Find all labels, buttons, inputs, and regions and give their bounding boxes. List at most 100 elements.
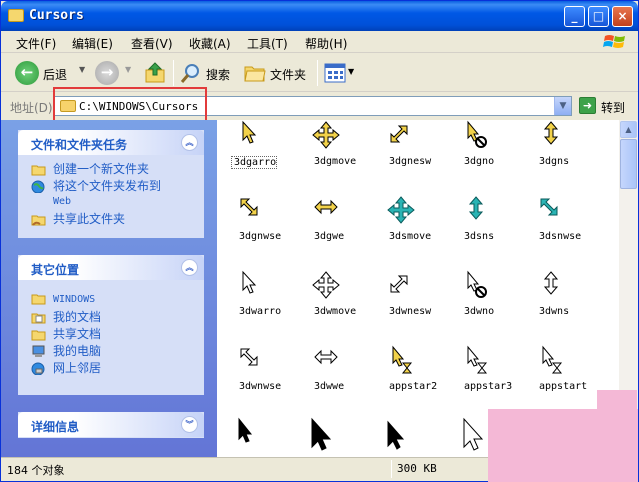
- search-icon[interactable]: [179, 61, 203, 85]
- folders-label[interactable]: 文件夹: [270, 66, 306, 83]
- arrow-cursor-icon[interactable]: [383, 420, 413, 454]
- back-arrow-icon[interactable]: ←: [15, 61, 39, 85]
- busy-cursor-icon: [542, 345, 563, 374]
- arrow-cursor-icon: [242, 270, 257, 294]
- diagonal-resize-icon: [390, 125, 408, 143]
- overlay-patch: [488, 409, 638, 482]
- horizontal-resize-icon: [314, 199, 338, 215]
- other-places-header[interactable]: 其它位置 ︽: [18, 255, 204, 280]
- folders-icon[interactable]: [243, 62, 267, 84]
- scroll-up-icon[interactable]: ▲: [620, 121, 637, 138]
- details-title: 详细信息: [31, 420, 80, 434]
- menu-help[interactable]: 帮助(H): [305, 35, 347, 52]
- menu-edit[interactable]: 编辑(E): [72, 35, 113, 52]
- menu-file[interactable]: 文件(F): [16, 35, 56, 52]
- expand-icon[interactable]: ︾: [181, 416, 198, 433]
- object-count: 184 个对象: [7, 464, 65, 477]
- close-button[interactable]: ×: [612, 6, 633, 27]
- task-publish-web[interactable]: 将这个文件夹发布到 Web: [31, 179, 204, 209]
- file-item[interactable]: appstar2: [375, 345, 451, 415]
- details-panel: 详细信息 ︾: [18, 412, 204, 438]
- up-folder-icon[interactable]: [144, 61, 168, 85]
- file-item[interactable]: 3dwwe: [300, 345, 376, 415]
- menu-favorites[interactable]: 收藏(A): [189, 35, 231, 52]
- folder-icon: [8, 9, 24, 22]
- file-item[interactable]: 3dgarro: [225, 120, 301, 190]
- collapse-icon[interactable]: ︽: [181, 134, 198, 151]
- window-title: Cursors: [29, 8, 84, 23]
- file-item[interactable]: 3dgwe: [300, 195, 376, 265]
- back-dropdown-icon[interactable]: ▼: [79, 65, 85, 74]
- minimize-button[interactable]: _: [564, 6, 585, 27]
- status-separator: [391, 460, 392, 478]
- file-tasks-header[interactable]: 文件和文件夹任务 ︽: [18, 130, 204, 155]
- file-item[interactable]: 3dwnwse: [225, 345, 301, 415]
- diagonal-resize-icon: [390, 275, 408, 293]
- arrow-cursor-icon[interactable]: [307, 417, 341, 455]
- move-cursor-icon: [387, 196, 415, 224]
- file-item[interactable]: 3dwmove: [300, 270, 376, 340]
- forward-dropdown-icon[interactable]: ▼: [125, 65, 131, 74]
- go-arrow-icon[interactable]: ➜: [579, 97, 596, 114]
- task-share-folder[interactable]: 共享此文件夹: [31, 212, 204, 226]
- file-item[interactable]: 3dgno: [450, 120, 526, 190]
- collapse-icon[interactable]: ︽: [181, 259, 198, 276]
- toolbar-separator: [173, 60, 174, 86]
- diagonal-resize-icon: [540, 198, 558, 216]
- place-my-computer[interactable]: 我的电脑: [31, 344, 204, 358]
- scroll-thumb[interactable]: [620, 139, 637, 189]
- search-label[interactable]: 搜索: [206, 66, 230, 83]
- chevron-down-icon[interactable]: ▼: [554, 97, 571, 115]
- file-item[interactable]: 3dwnesw: [375, 270, 451, 340]
- horizontal-resize-icon: [314, 349, 338, 365]
- file-item[interactable]: appstar3: [450, 345, 526, 415]
- details-header[interactable]: 详细信息 ︾: [18, 412, 204, 437]
- new-folder-icon: [31, 165, 46, 176]
- file-item[interactable]: 3dwarro: [225, 270, 301, 340]
- file-tasks-title: 文件和文件夹任务: [31, 138, 128, 152]
- file-item[interactable]: 3dwno: [450, 270, 526, 340]
- title-bar[interactable]: Cursors _ □ ×: [1, 1, 638, 31]
- back-label[interactable]: 后退: [43, 66, 67, 83]
- file-item[interactable]: 3dsmove: [375, 195, 451, 265]
- busy-cursor-icon: [392, 345, 413, 374]
- computer-icon: [32, 345, 45, 357]
- total-size: 300 KB: [397, 462, 437, 475]
- place-my-documents[interactable]: 我的文档: [31, 310, 204, 324]
- unavailable-cursor-icon: [467, 270, 487, 298]
- file-item[interactable]: 3dgnesw: [375, 120, 451, 190]
- arrow-cursor-icon: [242, 120, 257, 144]
- diagonal-resize-icon: [240, 198, 258, 216]
- file-item[interactable]: 3dgmove: [300, 120, 376, 190]
- file-item[interactable]: 3dwns: [525, 270, 601, 340]
- file-item[interactable]: 3dgns: [525, 120, 601, 190]
- file-item[interactable]: 3dsnwse: [525, 195, 601, 265]
- maximize-button[interactable]: □: [588, 6, 609, 27]
- place-network[interactable]: 网上邻居: [31, 361, 204, 375]
- forward-arrow-icon[interactable]: →: [95, 61, 119, 85]
- diagonal-resize-icon: [240, 348, 258, 366]
- task-new-folder[interactable]: 创建一个新文件夹: [31, 162, 204, 176]
- globe-icon: [31, 180, 45, 193]
- place-shared-documents[interactable]: 共享文档: [31, 327, 204, 341]
- file-item[interactable]: 3dsns: [450, 195, 526, 265]
- place-windows[interactable]: WINDOWS: [31, 291, 204, 307]
- menu-tools[interactable]: 工具(T): [247, 35, 288, 52]
- overlay-patch: [597, 390, 637, 410]
- views-icon[interactable]: [324, 63, 346, 83]
- file-item[interactable]: 3dgnwse: [225, 195, 301, 265]
- other-places-panel: 其它位置 ︽ WINDOWS 我的文档 共享文档 我的电脑 网上邻居: [18, 255, 204, 395]
- go-button[interactable]: 转到: [601, 99, 625, 116]
- file-item[interactable]: appstart: [525, 345, 601, 415]
- documents-icon: [31, 313, 46, 324]
- folder-icon: [31, 330, 46, 341]
- arrow-cursor-icon[interactable]: [233, 417, 263, 451]
- other-places-title: 其它位置: [31, 263, 80, 277]
- address-label: 地址(D): [10, 101, 53, 115]
- views-dropdown-icon[interactable]: ▼: [348, 67, 354, 76]
- toolbar-separator: [317, 60, 318, 86]
- vertical-resize-icon: [468, 196, 484, 220]
- menu-view[interactable]: 查看(V): [131, 35, 173, 52]
- share-folder-icon: [31, 215, 46, 226]
- folder-icon: [31, 294, 46, 305]
